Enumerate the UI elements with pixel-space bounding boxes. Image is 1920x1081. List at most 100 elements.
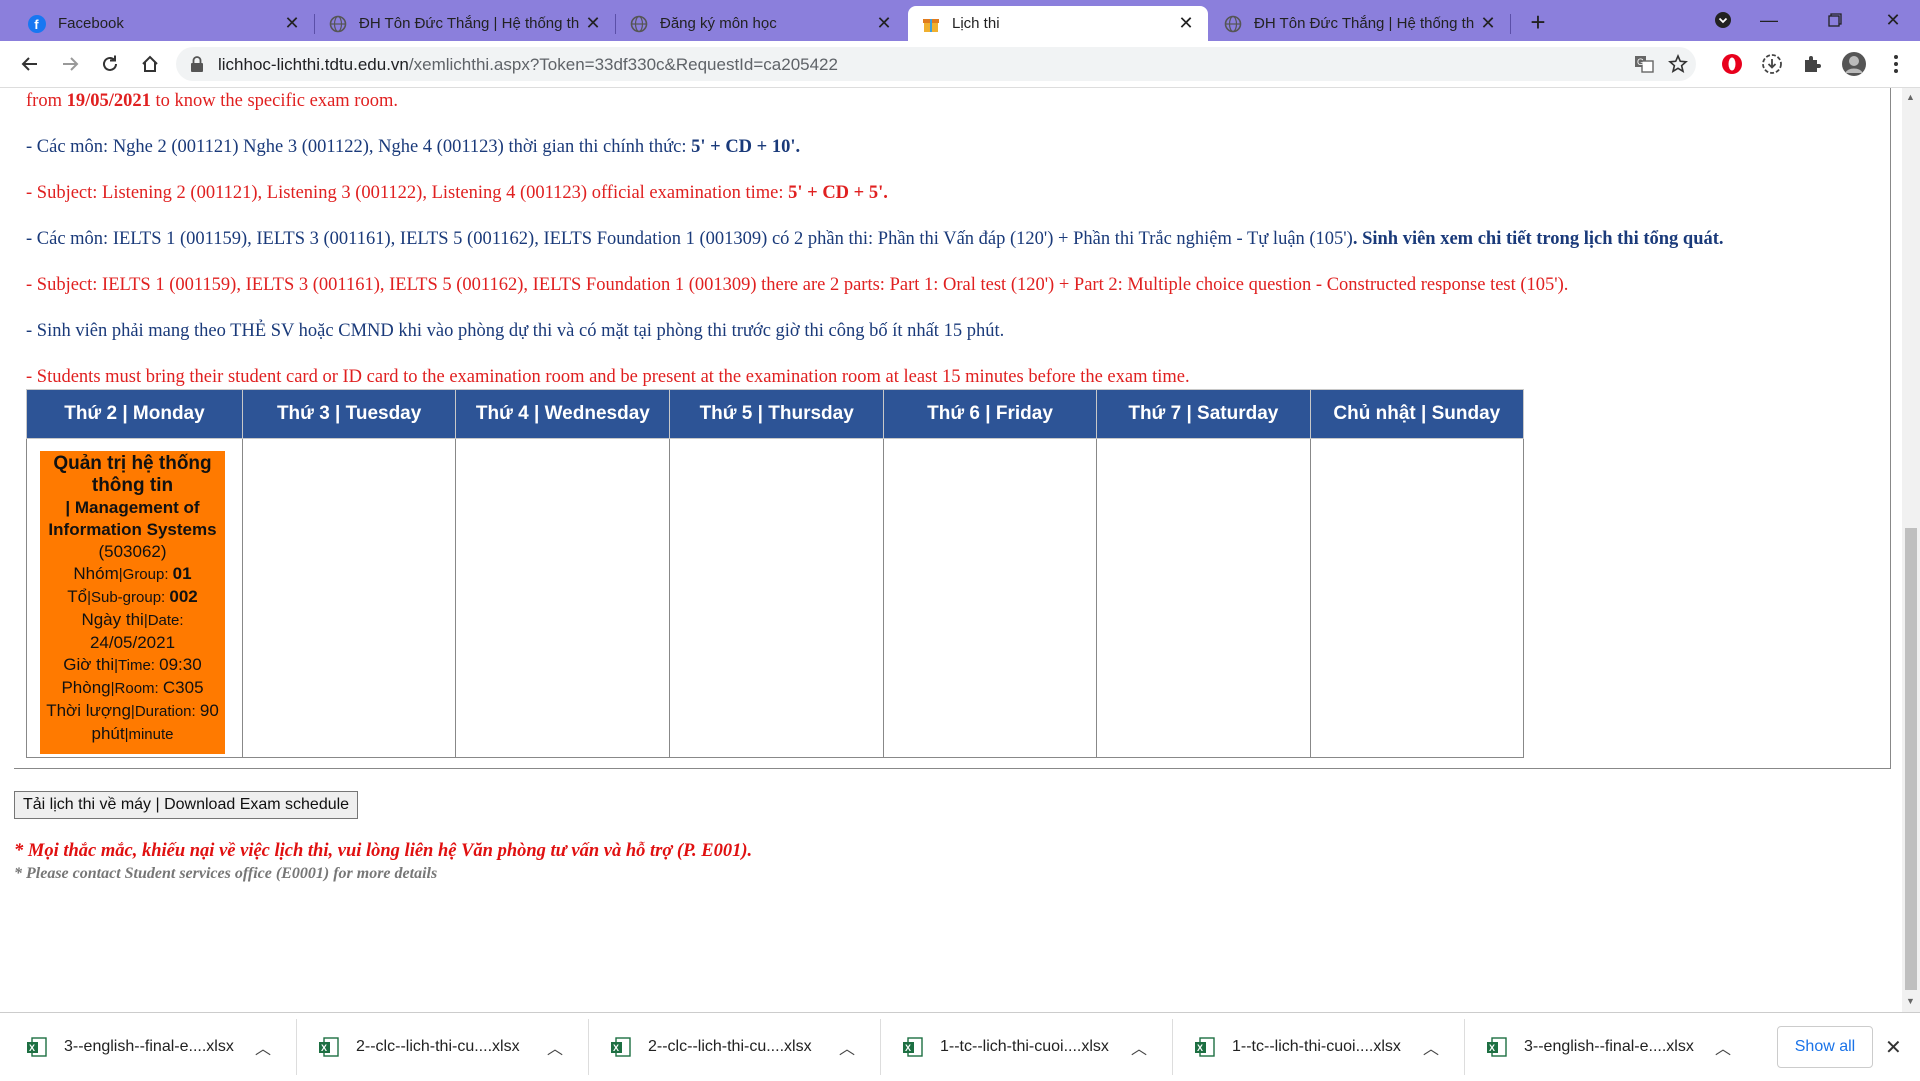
divider [296, 1019, 297, 1075]
browser-toolbar: lichhoc-lichthi.tdtu.edu.vn/xemlichthi.a… [0, 41, 1920, 88]
tab-title: ĐH Tôn Đức Thắng | Hệ thống th [1254, 15, 1475, 32]
page-content: from 19/05/2021 to know the specific exa… [0, 88, 1902, 1012]
note-text: from [26, 91, 67, 111]
exam-date: 24/05/2021 [89, 633, 176, 652]
cell-tuesday [241, 438, 457, 758]
note-text: - Subject: Listening 2 (001121), Listeni… [26, 183, 789, 203]
translate-icon[interactable]: G [1630, 50, 1658, 78]
cell-saturday [1096, 438, 1311, 758]
home-icon[interactable] [134, 48, 166, 80]
download-shelf: X 3--english--final-e....xlsx ︿ X 2--clc… [0, 1012, 1920, 1081]
extensions-puzzle-icon[interactable] [1798, 50, 1826, 78]
header-friday: Thứ 6 | Friday [882, 389, 1098, 439]
contact-note-vi: * Mọi thắc mắc, khiếu nại về việc lịch t… [14, 841, 753, 861]
label-en: |minute [124, 726, 174, 743]
tab-tdtu-2[interactable]: ĐH Tôn Đức Thắng | Hệ thống th ✕ [1210, 6, 1510, 41]
tab-dang-ky-mon-hoc[interactable]: Đăng ký môn học ✕ [616, 6, 906, 41]
exam-minute: phút|minute [40, 723, 225, 746]
scrollbar-thumb[interactable] [1905, 528, 1917, 990]
tab-title: ĐH Tôn Đức Thắng | Hệ thống th [359, 15, 580, 32]
forward-arrow-icon[interactable] [54, 48, 86, 80]
room-value: C305 [162, 678, 204, 697]
svg-text:X: X [1489, 1043, 1495, 1053]
download-filename: 3--english--final-e....xlsx [64, 1038, 234, 1055]
address-bar[interactable]: lichhoc-lichthi.tdtu.edu.vn/xemlichthi.a… [176, 47, 1696, 81]
tab-separator [1510, 14, 1511, 34]
svg-text:G: G [1637, 57, 1644, 67]
duration-value: 90 [199, 701, 219, 720]
chevron-up-icon[interactable]: ︿ [1713, 1035, 1733, 1059]
new-tab-plus-icon[interactable]: + [1522, 8, 1554, 36]
exam-schedule-table: Thứ 2 | Monday Thứ 3 | Tuesday Thứ 4 | W… [26, 389, 1525, 758]
chevron-up-icon[interactable]: ︿ [837, 1035, 857, 1059]
gift-icon [923, 18, 939, 32]
tab-search-icon[interactable] [1700, 0, 1746, 40]
close-icon[interactable]: ✕ [280, 13, 304, 34]
scroll-down-icon[interactable]: ▼ [1906, 996, 1915, 1006]
minimize-icon[interactable]: — [1746, 0, 1792, 40]
chevron-up-icon[interactable]: ︿ [1421, 1035, 1441, 1059]
facebook-icon: f [28, 14, 46, 33]
subgroup-value: 002 [169, 587, 198, 606]
download-item[interactable]: X 1--tc--lich-thi-cuoi....xlsx ︿ [902, 1013, 1149, 1081]
label-en: |Room: [110, 680, 163, 697]
download-filename: 2--clc--lich-thi-cu....xlsx [648, 1038, 812, 1055]
exam-room: Phòng|Room: C305 [40, 677, 225, 700]
tab-facebook[interactable]: f Facebook ✕ [14, 6, 314, 41]
note-date: 19/05/2021 [66, 91, 151, 111]
time-value: 09:30 [159, 655, 202, 674]
note-student-card-vi: - Sinh viên phải mang theo THẺ SV hoặc C… [26, 321, 1005, 341]
label-en: |Time: [114, 657, 160, 674]
download-item[interactable]: X 3--english--final-e....xlsx ︿ [1486, 1013, 1733, 1081]
exam-card: Quản trị hệ thống thông tin | Management… [40, 451, 225, 754]
excel-file-icon: X [611, 1037, 631, 1057]
divider [1464, 1019, 1465, 1075]
cell-wednesday [455, 438, 671, 758]
browser-menu-icon[interactable] [1882, 50, 1910, 78]
tab-tdtu-1[interactable]: ĐH Tôn Đức Thắng | Hệ thống th ✕ [315, 6, 615, 41]
note-listening-vi: - Các môn: Nghe 2 (001121) Nghe 3 (00112… [26, 137, 800, 158]
label: Ngày thi [81, 610, 144, 629]
note-ielts-vi: - Các môn: IELTS 1 (001159), IELTS 3 (00… [26, 229, 1724, 250]
note-bold: . Sinh viên xem chi tiết trong lịch thi … [1352, 229, 1724, 249]
close-icon[interactable]: ✕ [1174, 13, 1198, 34]
label: Thời lượng [46, 701, 131, 720]
close-icon[interactable]: ✕ [872, 13, 896, 34]
chevron-up-icon[interactable]: ︿ [253, 1035, 273, 1059]
opera-extension-icon[interactable] [1718, 50, 1746, 78]
vertical-scrollbar[interactable]: ▲ ▼ [1902, 88, 1920, 1012]
download-item[interactable]: X 2--clc--lich-thi-cu....xlsx ︿ [318, 1013, 565, 1081]
label-en: |Group: [118, 566, 173, 583]
close-icon[interactable]: ✕ [581, 13, 605, 34]
download-item[interactable]: X 1--tc--lich-thi-cuoi....xlsx ︿ [1194, 1013, 1441, 1081]
table-row: Quản trị hệ thống thông tin | Management… [26, 438, 1525, 758]
close-icon[interactable]: ✕ [1885, 1035, 1902, 1060]
divider [880, 1019, 881, 1075]
download-exam-schedule-button[interactable]: Tải lịch thi về máy | Download Exam sche… [14, 791, 359, 819]
close-window-icon[interactable]: ✕ [1870, 0, 1916, 40]
download-item[interactable]: X 2--clc--lich-thi-cu....xlsx ︿ [610, 1013, 857, 1081]
show-all-button[interactable]: Show all [1777, 1026, 1873, 1068]
exam-code: (503062) [98, 542, 167, 561]
tab-strip: f Facebook ✕ ĐH Tôn Đức Thắng | Hệ thống… [0, 0, 1920, 41]
svg-text:X: X [321, 1043, 327, 1053]
note-bold: 5' + CD + 5'. [788, 183, 888, 203]
download-item[interactable]: X 3--english--final-e....xlsx ︿ [26, 1013, 273, 1081]
note-exam-room-en: from 19/05/2021 to know the specific exa… [26, 91, 398, 112]
download-extension-icon[interactable] [1758, 50, 1786, 78]
label: Nhóm [73, 564, 119, 583]
url-text: lichhoc-lichthi.tdtu.edu.vn/xemlichthi.a… [218, 55, 838, 75]
label: Giờ thi [63, 655, 115, 674]
tab-lich-thi[interactable]: Lịch thi ✕ [908, 6, 1208, 41]
chevron-up-icon[interactable]: ︿ [545, 1035, 565, 1059]
restore-icon[interactable] [1812, 0, 1858, 40]
back-arrow-icon[interactable] [14, 48, 46, 80]
bookmark-star-icon[interactable] [1664, 50, 1692, 78]
url-host: lichhoc-lichthi.tdtu.edu.vn [218, 55, 409, 74]
close-icon[interactable]: ✕ [1476, 13, 1500, 34]
chevron-up-icon[interactable]: ︿ [1129, 1035, 1149, 1059]
label-en: |Date: [143, 612, 184, 629]
avatar[interactable] [1840, 50, 1868, 78]
scroll-up-icon[interactable]: ▲ [1906, 92, 1915, 102]
reload-icon[interactable] [94, 48, 126, 80]
